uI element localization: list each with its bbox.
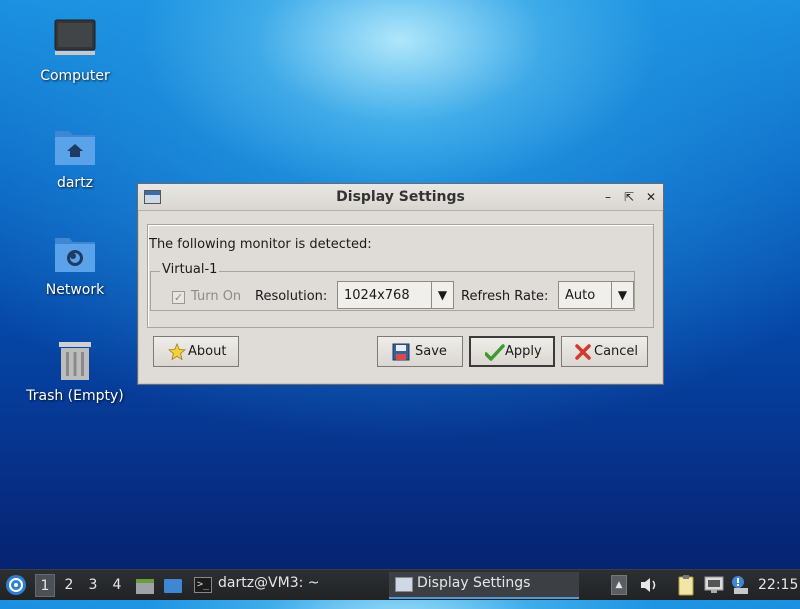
desktop-icon-label: dartz xyxy=(56,175,94,191)
workspace-1[interactable]: 1 xyxy=(35,574,55,597)
detected-text: The following monitor is detected: xyxy=(149,237,372,252)
terminal-icon: >_ xyxy=(194,577,212,593)
star-icon xyxy=(167,342,187,361)
turn-on-label: Turn On xyxy=(191,289,242,304)
dialog-titlebar[interactable]: Display Settings – ⇱ ✕ xyxy=(138,184,663,211)
apply-button-label: Apply xyxy=(505,344,542,359)
update-notifier-icon[interactable] xyxy=(730,574,750,596)
home-folder-icon xyxy=(53,125,97,169)
dialog-title: Display Settings xyxy=(336,189,465,205)
chevron-down-icon[interactable]: ▼ xyxy=(611,282,633,308)
trash-icon xyxy=(53,338,97,382)
volume-icon[interactable] xyxy=(638,574,660,596)
monitor-name: Virtual-1 xyxy=(160,262,220,277)
resolution-select[interactable]: 1024x768 ▼ xyxy=(337,281,454,309)
start-menu-icon[interactable] xyxy=(4,573,28,597)
monitor-icon xyxy=(53,18,97,62)
network-monitor-icon[interactable] xyxy=(703,575,725,595)
show-desktop-icon[interactable] xyxy=(163,576,183,596)
clipboard-icon[interactable] xyxy=(676,574,696,596)
close-icon[interactable]: ✕ xyxy=(643,189,659,205)
save-button-label: Save xyxy=(415,344,447,359)
task-terminal-label: dartz@VM3: ~ xyxy=(218,575,320,591)
cancel-button-label: Cancel xyxy=(594,344,639,359)
workspace-3[interactable]: 3 xyxy=(83,574,103,597)
save-button[interactable]: Save xyxy=(377,336,463,367)
desktop-icon-home[interactable]: dartz xyxy=(20,125,130,191)
resolution-label: Resolution: xyxy=(255,289,328,304)
desktop-icon-label: Computer xyxy=(40,68,110,84)
chevron-down-icon[interactable]: ▼ xyxy=(431,282,453,308)
tray-scroll-icon[interactable]: ▲ xyxy=(611,575,627,595)
network-folder-icon xyxy=(53,232,97,276)
desktop-icon-label: Trash (Empty) xyxy=(26,388,124,404)
display-settings-dialog: Display Settings – ⇱ ✕ The following mon… xyxy=(137,183,664,385)
about-button-label: About xyxy=(188,344,227,359)
workspace-4[interactable]: 4 xyxy=(107,574,127,597)
task-display-settings-label: Display Settings xyxy=(417,575,531,591)
refresh-rate-select[interactable]: Auto ▼ xyxy=(558,281,634,309)
resolution-value: 1024x768 xyxy=(344,288,410,303)
desktop-icon-computer[interactable]: Computer xyxy=(20,18,130,84)
floppy-disk-icon xyxy=(392,343,410,361)
taskbar: 1 2 3 4 >_ dartz@VM3: ~ Display Settings… xyxy=(0,569,800,600)
clock[interactable]: 22:15 xyxy=(758,570,798,601)
refresh-rate-value: Auto xyxy=(565,288,596,303)
task-display-settings[interactable]: Display Settings xyxy=(389,572,579,599)
desktop-icon-label: Network xyxy=(45,282,105,298)
apply-button[interactable]: Apply xyxy=(469,336,555,367)
cancel-icon xyxy=(574,343,592,361)
checkmark-icon xyxy=(484,344,505,362)
task-terminal[interactable]: >_ dartz@VM3: ~ xyxy=(190,572,380,599)
refresh-rate-label: Refresh Rate: xyxy=(461,289,549,304)
desktop-icon-trash[interactable]: Trash (Empty) xyxy=(20,338,130,404)
cancel-button[interactable]: Cancel xyxy=(561,336,648,367)
maximize-icon[interactable]: ⇱ xyxy=(621,189,637,205)
about-button[interactable]: About xyxy=(153,336,239,367)
file-manager-icon[interactable] xyxy=(135,576,155,596)
minimize-icon[interactable]: – xyxy=(600,189,616,205)
turn-on-checkbox[interactable]: ✓ xyxy=(172,291,185,304)
workspace-2[interactable]: 2 xyxy=(59,574,79,597)
desktop-icon-network[interactable]: Network xyxy=(20,232,130,298)
window-icon xyxy=(395,577,413,592)
